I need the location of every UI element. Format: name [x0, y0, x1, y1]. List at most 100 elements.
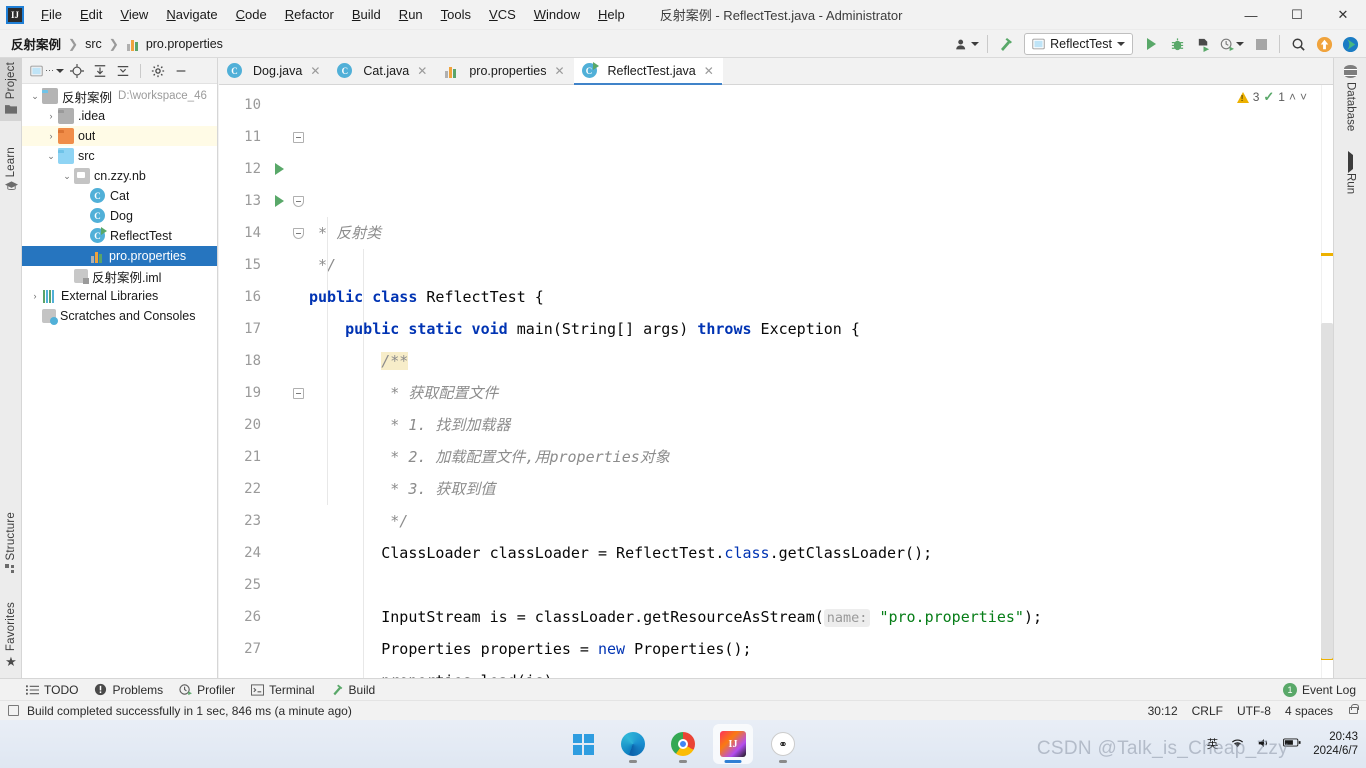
bottom-tool-profiler[interactable]: Profiler: [179, 683, 235, 697]
menu-tools[interactable]: Tools: [432, 3, 480, 26]
run-icon[interactable]: [1139, 32, 1163, 56]
menu-run[interactable]: Run: [390, 3, 432, 26]
menu-code[interactable]: Code: [227, 3, 276, 26]
stop-icon[interactable]: [1249, 32, 1273, 56]
close-tab-icon[interactable]: ✕: [417, 64, 427, 78]
bottom-tool-build[interactable]: Build: [331, 683, 375, 697]
taskbar-app-microsoft-edge[interactable]: [613, 724, 653, 764]
sidebar-tab-run[interactable]: Run: [1334, 150, 1366, 199]
project-view-selector-button[interactable]: ⋯: [30, 61, 64, 81]
code-folding-column[interactable]: [291, 85, 309, 678]
warning-marker[interactable]: [1321, 253, 1333, 256]
editor-tab-pro.properties[interactable]: pro.properties ✕: [436, 58, 573, 84]
sidebar-tab-learn[interactable]: Learn: [0, 143, 22, 198]
hide-panel-icon[interactable]: [171, 61, 191, 81]
tree-node-pro.properties[interactable]: pro.properties: [22, 246, 217, 266]
profile-icon[interactable]: [1217, 32, 1247, 56]
line-separator[interactable]: CRLF: [1192, 704, 1223, 718]
taskbar-app-google-chrome[interactable]: [663, 724, 703, 764]
menu-edit[interactable]: Edit: [71, 3, 111, 26]
menu-refactor[interactable]: Refactor: [276, 3, 343, 26]
start-windows-button[interactable]: [563, 724, 603, 764]
expand-all-icon[interactable]: [90, 61, 110, 81]
menu-view[interactable]: View: [111, 3, 157, 26]
breadcrumb-item-1[interactable]: src: [82, 35, 105, 53]
user-icon[interactable]: [953, 32, 981, 56]
update-icon[interactable]: [1312, 32, 1336, 56]
minimize-button[interactable]: —: [1228, 0, 1274, 30]
tree-node-Scratches and Consoles[interactable]: Scratches and Consoles: [22, 306, 217, 326]
tree-node-cn.zzy.nb[interactable]: ⌄ cn.zzy.nb: [22, 166, 217, 186]
ide-features-trainer-icon[interactable]: [1338, 32, 1362, 56]
menu-navigate[interactable]: Navigate: [157, 3, 226, 26]
project-tree[interactable]: ⌄ 反射案例 D:\workspace_46 › .idea › out ⌄ src ⌄ cn.zz…: [22, 84, 217, 678]
menu-help[interactable]: Help: [589, 3, 634, 26]
chevron-down-icon[interactable]: ⌄: [44, 151, 58, 162]
chevron-right-icon[interactable]: ›: [44, 131, 58, 141]
chevron-down-icon[interactable]: ⌄: [28, 91, 42, 102]
run-configuration-selector[interactable]: ReflectTest: [1024, 33, 1133, 55]
sidebar-tab-favorites[interactable]: ★ Favorites: [0, 598, 22, 672]
bottom-tool-terminal[interactable]: Terminal: [251, 683, 315, 697]
close-tab-icon[interactable]: ✕: [554, 64, 564, 78]
editor-tab-Dog.java[interactable]: C Dog.java ✕: [219, 58, 329, 84]
fold-marker[interactable]: [291, 377, 309, 409]
next-highlight-icon[interactable]: ˅: [1300, 90, 1307, 104]
previous-highlight-icon[interactable]: ˄: [1289, 90, 1296, 104]
tree-node-Dog[interactable]: C Dog: [22, 206, 217, 226]
editor-marker-scrollbar[interactable]: [1321, 85, 1333, 678]
fold-marker[interactable]: [291, 121, 309, 153]
menu-build[interactable]: Build: [343, 3, 390, 26]
tree-node-External Libraries[interactable]: › External Libraries: [22, 286, 217, 306]
sidebar-tab-structure[interactable]: Structure: [0, 508, 22, 581]
search-icon[interactable]: [1286, 32, 1310, 56]
taskbar-app-mindmaster[interactable]: ⚭: [763, 724, 803, 764]
vertical-scrollbar-thumb[interactable]: [1321, 323, 1333, 659]
tree-node-ReflectTest[interactable]: C ReflectTest: [22, 226, 217, 246]
run-with-coverage-icon[interactable]: [1191, 32, 1215, 56]
menu-file[interactable]: File: [32, 3, 71, 26]
unlocked-padlock-icon[interactable]: [1349, 704, 1359, 714]
speaker-icon[interactable]: [1257, 737, 1271, 752]
indent-setting[interactable]: 4 spaces: [1285, 704, 1333, 718]
tree-node-src[interactable]: ⌄ src: [22, 146, 217, 166]
collapse-all-icon[interactable]: [113, 61, 133, 81]
taskbar-clock[interactable]: 20:43 2024/6/7: [1313, 730, 1358, 759]
file-encoding[interactable]: UTF-8: [1237, 704, 1271, 718]
editor-tab-Cat.java[interactable]: C Cat.java ✕: [329, 58, 436, 84]
ime-indicator[interactable]: 英: [1207, 736, 1219, 752]
breadcrumb-item-2[interactable]: pro.properties: [123, 35, 226, 53]
code-text[interactable]: * 反射类 */ public class ReflectTest { publi…: [309, 85, 1333, 678]
breadcrumb-item-0[interactable]: 反射案例: [8, 32, 64, 55]
tree-node-out[interactable]: › out: [22, 126, 217, 146]
chevron-down-icon[interactable]: ⌄: [60, 171, 74, 182]
caret-position[interactable]: 30:12: [1148, 704, 1178, 718]
locate-icon[interactable]: [67, 61, 87, 81]
close-button[interactable]: ✕: [1320, 0, 1366, 30]
inspection-widget[interactable]: 3 ✓ 1 ˄ ˅: [1236, 89, 1307, 105]
maximize-button[interactable]: ☐: [1274, 0, 1320, 30]
chevron-right-icon[interactable]: ›: [44, 111, 58, 121]
sidebar-tab-project[interactable]: Project: [0, 58, 22, 122]
bottom-tool-todo[interactable]: TODO: [26, 683, 78, 697]
debug-icon[interactable]: [1165, 32, 1189, 56]
wifi-icon[interactable]: [1230, 737, 1245, 752]
battery-icon[interactable]: [1283, 737, 1301, 751]
tree-node-Cat[interactable]: C Cat: [22, 186, 217, 206]
code-editor[interactable]: 3 ✓ 1 ˄ ˅ 101112131415161718192021222324…: [219, 85, 1333, 678]
fold-marker[interactable]: [291, 217, 309, 249]
menu-window[interactable]: Window: [525, 3, 589, 26]
close-tab-icon[interactable]: ✕: [704, 64, 714, 78]
bottom-tool-problems[interactable]: Problems: [94, 683, 163, 697]
chevron-right-icon[interactable]: ›: [28, 291, 42, 301]
tree-node-.idea[interactable]: › .idea: [22, 106, 217, 126]
event-log-button[interactable]: 1 Event Log: [1282, 682, 1356, 697]
sidebar-tab-database[interactable]: Database: [1334, 60, 1366, 136]
settings-gear-icon[interactable]: [148, 61, 168, 81]
tree-node-反射案例.iml[interactable]: 反射案例.iml: [22, 266, 217, 286]
build-hammer-icon[interactable]: [994, 32, 1018, 56]
close-tab-icon[interactable]: ✕: [310, 64, 320, 78]
fold-marker[interactable]: [291, 185, 309, 217]
menu-vcs[interactable]: VCS: [480, 3, 525, 26]
taskbar-app-intellij-idea[interactable]: IJ: [713, 724, 753, 764]
